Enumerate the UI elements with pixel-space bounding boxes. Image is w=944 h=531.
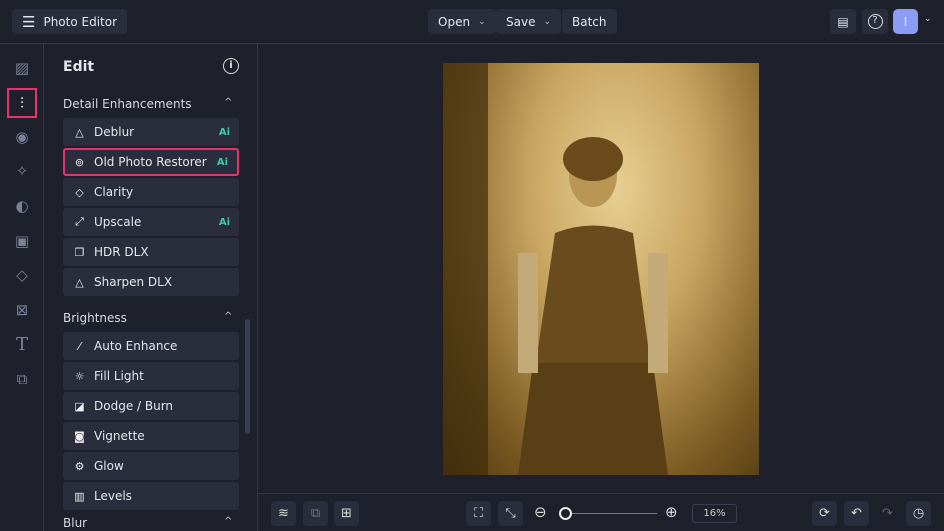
ai-badge: Ai [216, 156, 228, 168]
feedback-button[interactable]: ▤ [830, 9, 856, 34]
bottom-toolbar: ≋ ⧉ ⊞ ⛶ ⤡ ⊖ ⊕ 16% ⟳ ↶ ↷ ◷ [258, 493, 944, 531]
magic-wand-icon: ⁄ [78, 339, 81, 353]
chevron-up-icon[interactable]: ^ [224, 516, 232, 527]
ai-badge: Ai [218, 216, 230, 228]
panel-title: Edit [63, 59, 95, 75]
hamburger-icon: ☰ [22, 12, 36, 31]
item-label: Dodge / Burn [94, 399, 174, 413]
avatar-initial: I [903, 14, 908, 29]
lightbulb-icon: ☼ [74, 369, 85, 383]
dodge-burn-icon: ◪ [74, 399, 85, 413]
zoom-slider[interactable] [562, 513, 657, 514]
triangle-icon: △ [75, 125, 84, 139]
canvas-area [258, 44, 944, 493]
avatar[interactable]: I [893, 9, 918, 34]
account-chevron-icon[interactable]: ⌄ [924, 14, 932, 24]
item-label: Upscale [94, 215, 142, 229]
ai-badge: Ai [218, 126, 230, 138]
tool-dodge-burn[interactable]: ◪ Dodge / Burn [63, 392, 239, 420]
actual-size-icon[interactable]: ⤡ [498, 501, 523, 526]
chevron-down-icon: ⌄ [478, 16, 486, 27]
zoom-out-icon[interactable]: ⊖ [534, 503, 547, 521]
item-label: Fill Light [94, 369, 144, 383]
batch-label: Batch [572, 14, 607, 29]
zoom-in-icon[interactable]: ⊕ [665, 503, 678, 521]
undo-icon[interactable]: ↶ [844, 501, 869, 526]
overlay-icon[interactable]: ⧉ [9, 366, 35, 392]
photo-figure [443, 63, 668, 475]
item-label: Clarity [94, 185, 134, 199]
tool-fill-light[interactable]: ☼ Fill Light [63, 362, 239, 390]
tool-levels[interactable]: ▥ Levels [63, 482, 239, 510]
gear-icon: ⚙ [74, 459, 85, 473]
fit-screen-icon[interactable]: ⛶ [466, 501, 491, 526]
item-label: Glow [94, 459, 124, 473]
item-label: Deblur [94, 125, 135, 139]
history-icon[interactable]: ◷ [906, 501, 931, 526]
top-bar: ☰ Photo Editor Open ⌄ Save ⌄ Batch ▤ ? I ⌄ [0, 0, 944, 44]
grid-icon[interactable]: ⊞ [334, 501, 359, 526]
text-icon[interactable]: T [9, 331, 35, 357]
texture-icon[interactable]: ⊠ [9, 297, 35, 323]
info-icon[interactable]: i [223, 58, 239, 74]
tool-old-photo-restorer[interactable]: ⊚ Old Photo Restorer Ai [63, 148, 239, 176]
tool-auto-enhance[interactable]: ⁄ Auto Enhance [63, 332, 239, 360]
tool-hdr-dlx[interactable]: ❐ HDR DLX [63, 238, 239, 266]
tool-rail: ▨ ⫶ ◉ ✧ ◐ ▣ ◇ ⊠ T ⧉ [0, 44, 44, 531]
redo-icon[interactable]: ↷ [875, 501, 900, 526]
edit-panel: Edit i Detail Enhancements ^ △ Deblur Ai ⊚… [44, 44, 258, 531]
item-label: Levels [94, 489, 132, 503]
help-icon: ? [867, 14, 883, 29]
frame-icon[interactable]: ▣ [9, 228, 35, 254]
panel-scrollbar[interactable] [245, 319, 250, 434]
adjust-sliders-icon[interactable]: ⫶ [7, 88, 37, 118]
comment-icon: ▤ [837, 14, 849, 29]
section-detail-enhancements[interactable]: Detail Enhancements [63, 97, 192, 111]
section-blur[interactable]: Blur [63, 516, 87, 530]
app-title: Photo Editor [43, 14, 118, 29]
sparkle-icon[interactable]: ✧ [9, 158, 35, 184]
item-label: Vignette [94, 429, 145, 443]
reset-icon[interactable]: ⟳ [812, 501, 837, 526]
batch-button[interactable]: Batch [562, 9, 617, 34]
shapes-icon[interactable]: ◇ [9, 262, 35, 288]
zoom-value[interactable]: 16% [692, 504, 737, 523]
save-label: Save [506, 14, 536, 29]
eye-icon[interactable]: ◉ [9, 124, 35, 150]
image-icon[interactable]: ▨ [9, 55, 35, 81]
chevron-up-icon[interactable]: ^ [224, 97, 232, 108]
save-button[interactable]: Save ⌄ [496, 9, 562, 34]
open-button[interactable]: Open ⌄ [428, 9, 496, 34]
tool-vignette[interactable]: ◙ Vignette [63, 422, 239, 450]
chevron-up-icon[interactable]: ^ [224, 311, 232, 322]
item-label: Old Photo Restorer [94, 155, 207, 169]
item-label: HDR DLX [94, 245, 149, 259]
chevron-down-icon: ⌄ [543, 16, 552, 27]
open-label: Open [438, 14, 471, 29]
section-brightness[interactable]: Brightness [63, 311, 127, 325]
tool-glow[interactable]: ⚙ Glow [63, 452, 239, 480]
vignette-icon: ◙ [74, 429, 85, 443]
levels-icon: ▥ [74, 489, 85, 503]
tool-clarity[interactable]: ◇ Clarity [63, 178, 239, 206]
layers-icon: ❐ [74, 245, 85, 259]
upscale-icon: ⤢ [75, 215, 84, 228]
old-photo-image[interactable] [443, 63, 759, 475]
tool-deblur[interactable]: △ Deblur Ai [63, 118, 239, 146]
tool-sharpen-dlx[interactable]: △ Sharpen DLX [63, 268, 239, 296]
layers-icon[interactable]: ≋ [271, 501, 296, 526]
item-label: Sharpen DLX [94, 275, 173, 289]
sharpen-icon: △ [75, 275, 84, 289]
compare-icon[interactable]: ⧉ [303, 501, 328, 526]
diamond-icon: ◇ [75, 185, 84, 199]
tool-upscale[interactable]: ⤢ Upscale Ai [63, 208, 239, 236]
item-label: Auto Enhance [94, 339, 178, 353]
palette-icon[interactable]: ◐ [9, 193, 35, 219]
help-button[interactable]: ? [862, 9, 888, 34]
photo-restore-icon: ⊚ [74, 155, 85, 169]
menu-button[interactable]: ☰ Photo Editor [12, 9, 128, 34]
zoom-slider-handle[interactable] [559, 507, 572, 520]
